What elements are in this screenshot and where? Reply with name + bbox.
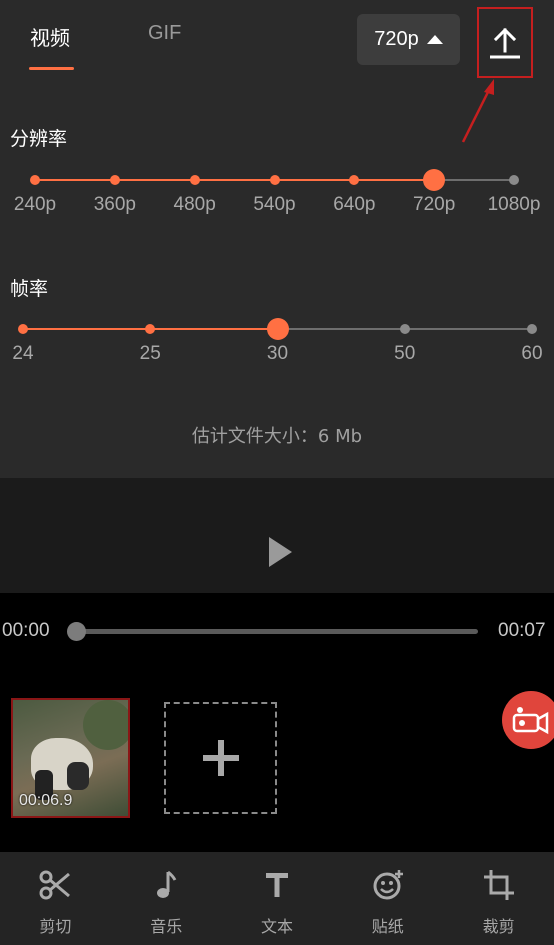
clip-duration: 00:06.9 <box>19 792 73 809</box>
timeline-scrubber-track[interactable] <box>76 629 478 634</box>
timeline-scrubber-handle[interactable] <box>67 622 86 641</box>
tab-gif[interactable]: GIF <box>148 22 181 45</box>
resolution-slider-active-track <box>35 179 435 181</box>
tool-label-text: 文本 <box>260 917 293 936</box>
play-icon[interactable] <box>269 537 292 567</box>
bottom-toolbar: 剪切 音乐 文本 贴纸 裁剪 <box>0 852 554 945</box>
framerate-option-label[interactable]: 50 <box>394 343 415 365</box>
tool-label-sticker: 贴纸 <box>371 917 404 936</box>
resolution-slider-stop[interactable] <box>509 175 519 185</box>
current-time: 00:00 <box>2 620 50 641</box>
resolution-dropdown-label: 720p <box>374 28 419 50</box>
export-settings-panel: 视频 GIF 720p 分辨率 240p 360p 480p 540p 640p 720p… <box>0 0 554 478</box>
plus-icon <box>202 740 239 776</box>
framerate-option-label[interactable]: 60 <box>521 343 542 365</box>
resolution-option-label[interactable]: 1080p <box>488 194 541 216</box>
framerate-slider-stop[interactable] <box>145 324 156 334</box>
resolution-option-label[interactable]: 720p <box>413 194 455 216</box>
resolution-slider-stop[interactable] <box>30 175 40 185</box>
framerate-option-label[interactable]: 30 <box>267 343 288 365</box>
resolution-option-label[interactable]: 480p <box>174 194 216 216</box>
framerate-slider-handle[interactable] <box>266 318 289 340</box>
framerate-slider-stop[interactable] <box>527 324 537 334</box>
clip-image-panda-back <box>67 762 89 790</box>
resolution-option-label[interactable]: 540p <box>253 194 295 216</box>
resolution-slider-stop[interactable] <box>189 175 200 185</box>
framerate-option-label[interactable]: 25 <box>140 343 161 365</box>
export-upload-button[interactable] <box>477 7 533 78</box>
end-time: 00:07 <box>498 620 546 641</box>
video-preview[interactable] <box>0 478 554 593</box>
record-camera-button[interactable] <box>502 691 554 749</box>
resolution-section-label: 分辨率 <box>10 128 68 150</box>
video-camera-icon <box>512 707 549 735</box>
resolution-option-label[interactable]: 640p <box>333 194 375 216</box>
framerate-section-label: 帧率 <box>10 278 49 300</box>
framerate-option-label[interactable]: 24 <box>12 343 33 365</box>
music-note-icon <box>157 870 177 898</box>
crop-icon <box>483 870 514 900</box>
sticker-icon <box>373 870 403 900</box>
clip-image-foliage <box>83 700 128 750</box>
resolution-option-label[interactable]: 360p <box>94 194 136 216</box>
video-clip-thumbnail[interactable]: 00:06.9 <box>11 698 130 818</box>
tool-text[interactable]: 文本 <box>222 852 333 945</box>
resolution-slider-stop[interactable] <box>109 175 120 185</box>
caret-up-icon <box>426 35 443 44</box>
active-tab-indicator <box>29 67 74 70</box>
estimated-file-size: 估计文件大小：6 Mb <box>191 426 363 447</box>
tool-sticker[interactable]: 贴纸 <box>332 852 443 945</box>
framerate-slider-stop[interactable] <box>399 324 410 334</box>
scissors-icon <box>39 870 71 900</box>
resolution-slider-handle[interactable] <box>423 169 446 191</box>
resolution-slider-stop[interactable] <box>349 175 360 185</box>
add-clip-button[interactable] <box>164 702 277 814</box>
tab-video[interactable]: 视频 <box>30 22 70 51</box>
upload-icon <box>490 27 520 58</box>
tool-label-cut: 剪切 <box>39 917 72 936</box>
annotation-arrow-icon <box>461 79 494 143</box>
framerate-slider-stop[interactable] <box>18 324 28 334</box>
resolution-dropdown-button[interactable]: 720p <box>357 14 460 65</box>
tool-crop[interactable]: 裁剪 <box>443 852 554 945</box>
resolution-slider-inactive-track <box>434 179 514 181</box>
resolution-option-label[interactable]: 240p <box>14 194 56 216</box>
tool-label-music: 音乐 <box>150 917 183 936</box>
resolution-slider-stop[interactable] <box>269 175 280 185</box>
tool-music[interactable]: 音乐 <box>111 852 222 945</box>
tool-label-crop: 裁剪 <box>482 917 515 936</box>
text-icon <box>265 873 288 897</box>
tool-cut[interactable]: 剪切 <box>0 852 111 945</box>
